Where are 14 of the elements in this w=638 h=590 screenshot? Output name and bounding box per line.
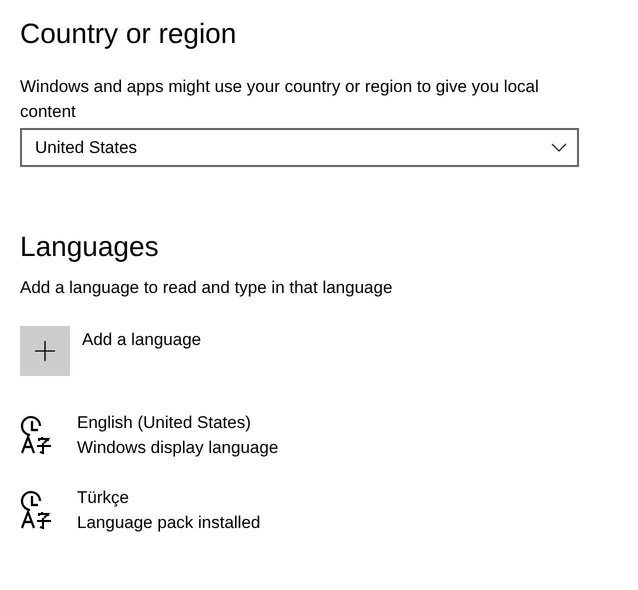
language-name[interactable]: English (United States) — [77, 410, 278, 435]
country-dropdown[interactable]: United States — [20, 128, 579, 167]
add-button[interactable] — [20, 326, 70, 376]
section-description: Windows and apps might use your country or region to give you local content — [20, 76, 540, 123]
add-language-link[interactable]: Add a language — [82, 330, 202, 350]
chevron-down-icon — [551, 143, 567, 152]
language-status: Language pack installed — [77, 512, 260, 534]
language-name[interactable]: Türkçe — [77, 485, 260, 510]
section-title: Languages — [20, 230, 160, 264]
language-status: Windows display language — [77, 437, 278, 459]
section-description: Add a language to read and type in that language — [20, 277, 394, 299]
dropdown-value: United States — [35, 138, 138, 158]
section-title: Country or region — [20, 17, 238, 51]
plus-icon — [35, 341, 55, 361]
